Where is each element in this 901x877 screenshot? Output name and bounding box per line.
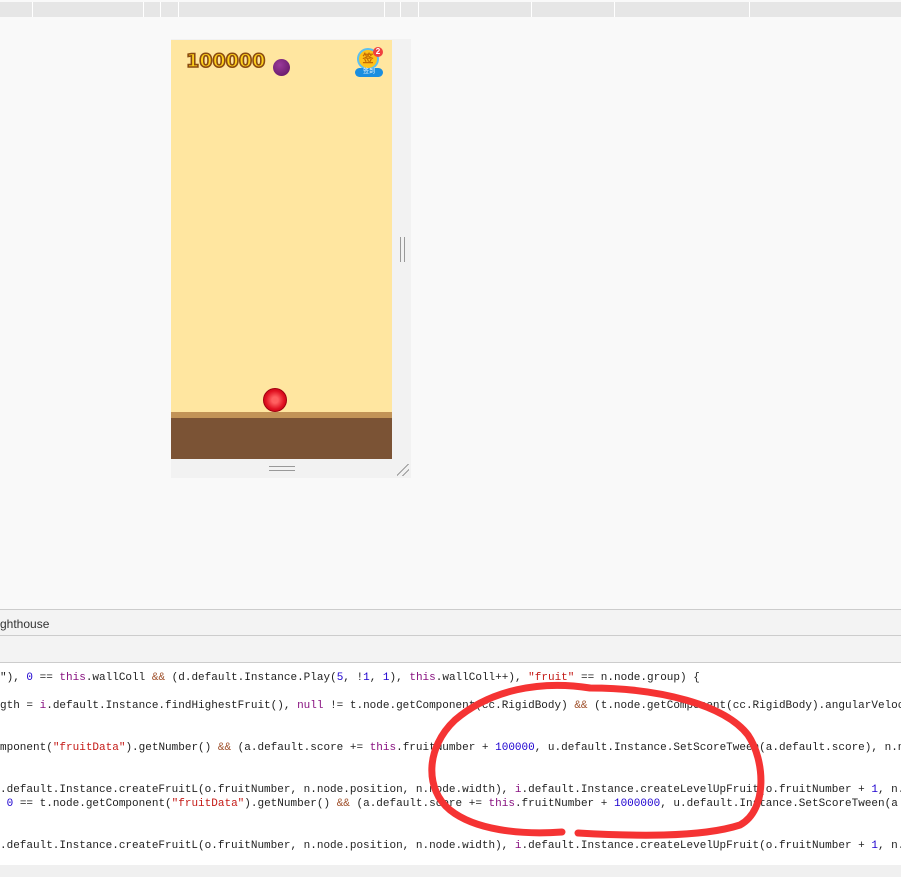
code-token: this [369,742,397,754]
resize-handle-bottom[interactable] [269,466,295,471]
code-token: == n.node.group) { [574,672,700,684]
code-token: .fruitNumber + [396,742,496,754]
code-line: "), 0 == this.wallColl && (d.default.Ins… [0,671,700,685]
devtools-toolbar [0,636,901,663]
code-token: , n. [877,840,901,852]
code-token: 100000 [495,742,535,754]
code-token: , ! [343,672,364,684]
code-token: this [59,672,86,684]
code-token: .wallColl [85,672,152,684]
code-token: 1 [363,672,370,684]
code-token: , n. [877,784,901,796]
code-token: .fruitNumber + [514,798,614,810]
devtools-tabbar: ghthouse [0,609,901,636]
toolbar-separator [143,2,144,17]
code-token: == t.node.getComponent( [13,798,172,810]
next-fruit-grape-icon [273,59,290,76]
code-token: gth = [0,700,40,712]
code-token: "fruit" [528,672,575,684]
code-token: .default.Instance.createLevelUpFruit(o.f… [521,784,872,796]
toolbar-separator [32,2,33,17]
code-token: && [574,700,588,712]
toolbar-separator [614,2,615,17]
browser-toolbar [0,2,901,17]
code-token: this [488,798,515,810]
code-token: 1000000 [613,798,661,810]
device-emulator: 100000 签 2 签到 [171,39,411,478]
code-token: 1 [382,672,390,684]
toolbar-separator [418,2,419,17]
code-token: (a.default.score += [349,798,489,810]
code-token: ).getNumber() [244,798,337,810]
code-token: ).getNumber() [125,742,218,754]
code-token: .default.Instance.createFruitL(o.fruitNu… [0,840,515,852]
code-token: (t.node.getComponent(cc.RigidBody).angul… [587,700,901,712]
code-token: .wallColl++), [435,672,529,684]
code-token: this [409,672,436,684]
code-token: != t.node.getComponent(cc.RigidBody) [323,700,575,712]
code-token: .default.Instance.findHighestFruit(), [46,700,298,712]
source-code-panel[interactable]: "), 0 == this.wallColl && (d.default.Ins… [0,663,901,865]
code-token: 1 [871,784,878,796]
code-token: (d.default.Instance.Play( [165,672,337,684]
code-token: == [33,672,60,684]
code-token: , [369,672,383,684]
code-token: (a.default.score += [231,742,370,754]
game-canvas[interactable]: 100000 签 2 签到 [171,40,392,459]
toolbar-separator [400,2,401,17]
code-line: .default.Instance.createFruitL(o.fruitNu… [0,783,901,797]
toolbar-separator [178,2,179,17]
resize-corner-icon[interactable] [397,464,409,476]
code-token: "fruitData" [52,742,126,754]
sign-in-label: 签到 [355,68,383,77]
code-line: 0 == t.node.getComponent("fruitData").ge… [0,797,898,811]
code-token: null [297,700,324,712]
code-token: , u.default.Instance.SetScoreTween(a [660,798,898,810]
ground [171,418,392,459]
code-token: i [514,840,522,852]
code-token: && [336,798,350,810]
resize-handle-right[interactable] [400,237,405,262]
code-token: .default.Instance.createFruitL(o.fruitNu… [0,784,515,796]
toolbar-separator [749,2,750,17]
code-token: ), [389,672,410,684]
toolbar-separator [531,2,532,17]
code-token: && [217,742,232,754]
sign-in-button[interactable]: 签 2 签到 [355,47,383,78]
code-line: .default.Instance.createFruitL(o.fruitNu… [0,839,901,853]
strawberry-fruit-icon [263,388,287,412]
code-token: "), [0,672,27,684]
code-line: mponent("fruitData").getNumber() && (a.d… [0,741,901,755]
code-token: mponent( [0,742,53,754]
code-token: i [514,784,522,796]
code-token: && [151,672,166,684]
code-token: .default.Instance.createLevelUpFruit(o.f… [521,840,872,852]
code-token: , u.default.Instance.SetScoreTween(a.def… [534,742,901,754]
tab-lighthouse[interactable]: ghthouse [0,617,49,631]
score-display: 100000 [185,49,266,73]
toolbar-separator [384,2,385,17]
notification-badge: 2 [373,47,383,57]
status-bar [0,865,901,877]
code-line: gth = i.default.Instance.findHighestFrui… [0,699,901,713]
code-token: 1 [871,840,878,852]
toolbar-separator [160,2,161,17]
code-token: "fruitData" [171,798,245,810]
